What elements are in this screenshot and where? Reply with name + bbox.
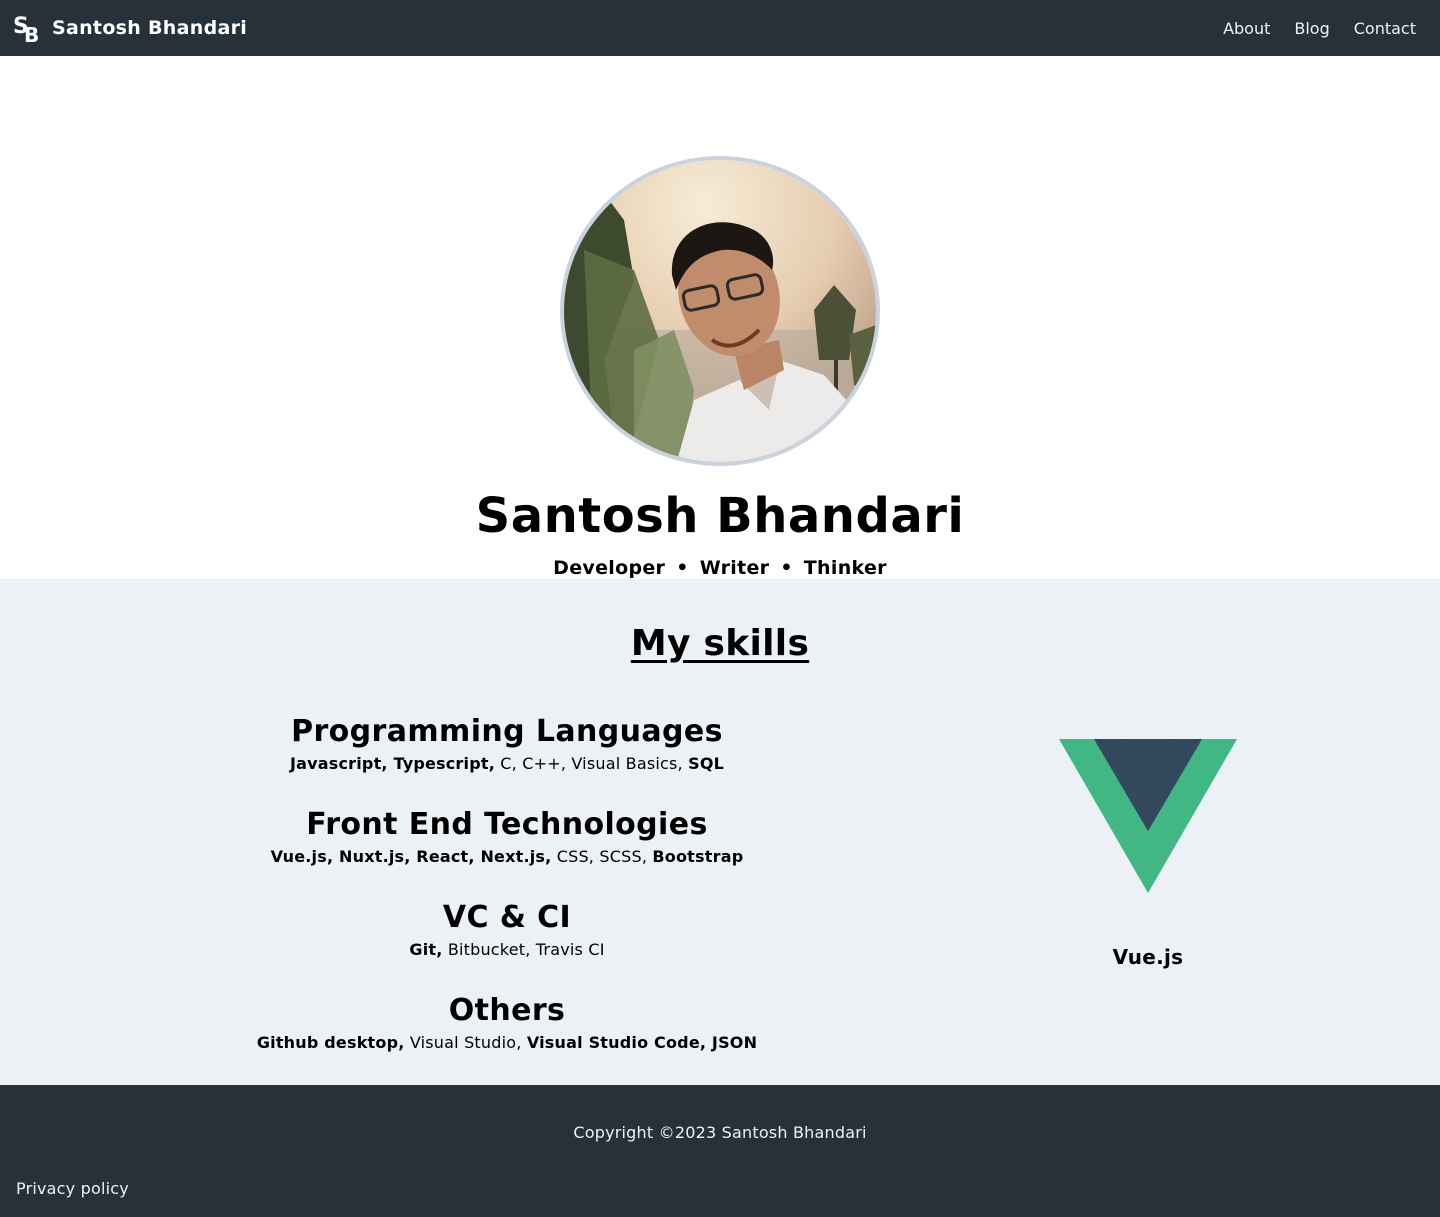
nav-links: About Blog Contact <box>1211 11 1426 46</box>
skill-group-vc-ci: VC & CI Git, Bitbucket, Travis CI <box>187 899 827 992</box>
footer: Copyright ©2023 Santosh Bhandari Privacy… <box>0 1085 1440 1217</box>
top-navbar: S B Santosh Bhandari About Blog Contact <box>0 0 1440 56</box>
nav-link-about[interactable]: About <box>1211 11 1282 46</box>
avatar <box>560 156 880 466</box>
showcase-label: Vue.js <box>1112 945 1184 969</box>
skill-heading: Front End Technologies <box>306 807 708 842</box>
skill-items-regular: Bitbucket, Travis CI <box>442 940 605 959</box>
skill-list: Programming Languages Javascript, Typesc… <box>187 713 827 1085</box>
tagline-role-developer: Developer <box>553 557 666 579</box>
tagline-role-thinker: Thinker <box>803 557 887 579</box>
skill-showcase: Vue.js <box>1000 739 1296 969</box>
vuejs-logo-icon <box>1059 739 1237 893</box>
skill-items-regular: CSS, SCSS, <box>551 847 653 866</box>
skill-heading: Programming Languages <box>291 714 723 749</box>
brand-name: Santosh Bhandari <box>52 17 248 39</box>
skill-group-others: Others Github desktop, Visual Studio, Vi… <box>187 992 827 1085</box>
skills-section: My skills Programming Languages Javascri… <box>0 579 1440 1085</box>
skills-title: My skills <box>630 623 810 664</box>
skill-heading: VC & CI <box>442 900 572 935</box>
hero-tagline: Developer • Writer • Thinker <box>553 557 887 579</box>
hero-name: Santosh Bhandari <box>475 488 965 544</box>
skill-items: Vue.js, Nuxt.js, React, Next.js, CSS, SC… <box>187 846 827 868</box>
skill-heading: Others <box>448 993 566 1028</box>
svg-text:B: B <box>24 23 39 43</box>
tagline-separator: • <box>676 557 689 579</box>
skill-items-bold: Vue.js, Nuxt.js, React, Next.js, <box>270 847 552 866</box>
skill-items-bold: SQL <box>688 754 725 773</box>
skill-items: Git, Bitbucket, Travis CI <box>187 939 827 961</box>
skill-items-bold: Visual Studio Code, JSON <box>526 1033 758 1052</box>
nav-link-blog[interactable]: Blog <box>1282 11 1341 46</box>
nav-link-contact[interactable]: Contact <box>1342 11 1426 46</box>
skill-items-bold: Github desktop, <box>256 1033 405 1052</box>
skill-items-regular: C, C++, Visual Basics, <box>495 754 689 773</box>
hero-section: Santosh Bhandari Developer • Writer • Th… <box>0 56 1440 579</box>
tagline-separator: • <box>780 557 793 579</box>
sb-monogram-icon: S B <box>13 14 39 43</box>
skill-items: Github desktop, Visual Studio, Visual St… <box>187 1032 827 1054</box>
skill-items-bold: Javascript, Typescript, <box>289 754 495 773</box>
brand[interactable]: S B Santosh Bhandari <box>13 13 247 43</box>
profile-photo <box>564 160 876 462</box>
tagline-role-writer: Writer <box>699 557 770 579</box>
copyright-text: Copyright ©2023 Santosh Bhandari <box>573 1123 867 1142</box>
skill-items: Javascript, Typescript, C, C++, Visual B… <box>187 753 827 775</box>
privacy-policy-link[interactable]: Privacy policy <box>16 1179 129 1198</box>
skill-items-bold: Git, <box>409 940 443 959</box>
skill-group-programming-languages: Programming Languages Javascript, Typesc… <box>187 713 827 806</box>
skill-items-bold: Bootstrap <box>652 847 744 866</box>
skill-items-regular: Visual Studio, <box>404 1033 527 1052</box>
skill-group-front-end: Front End Technologies Vue.js, Nuxt.js, … <box>187 806 827 899</box>
